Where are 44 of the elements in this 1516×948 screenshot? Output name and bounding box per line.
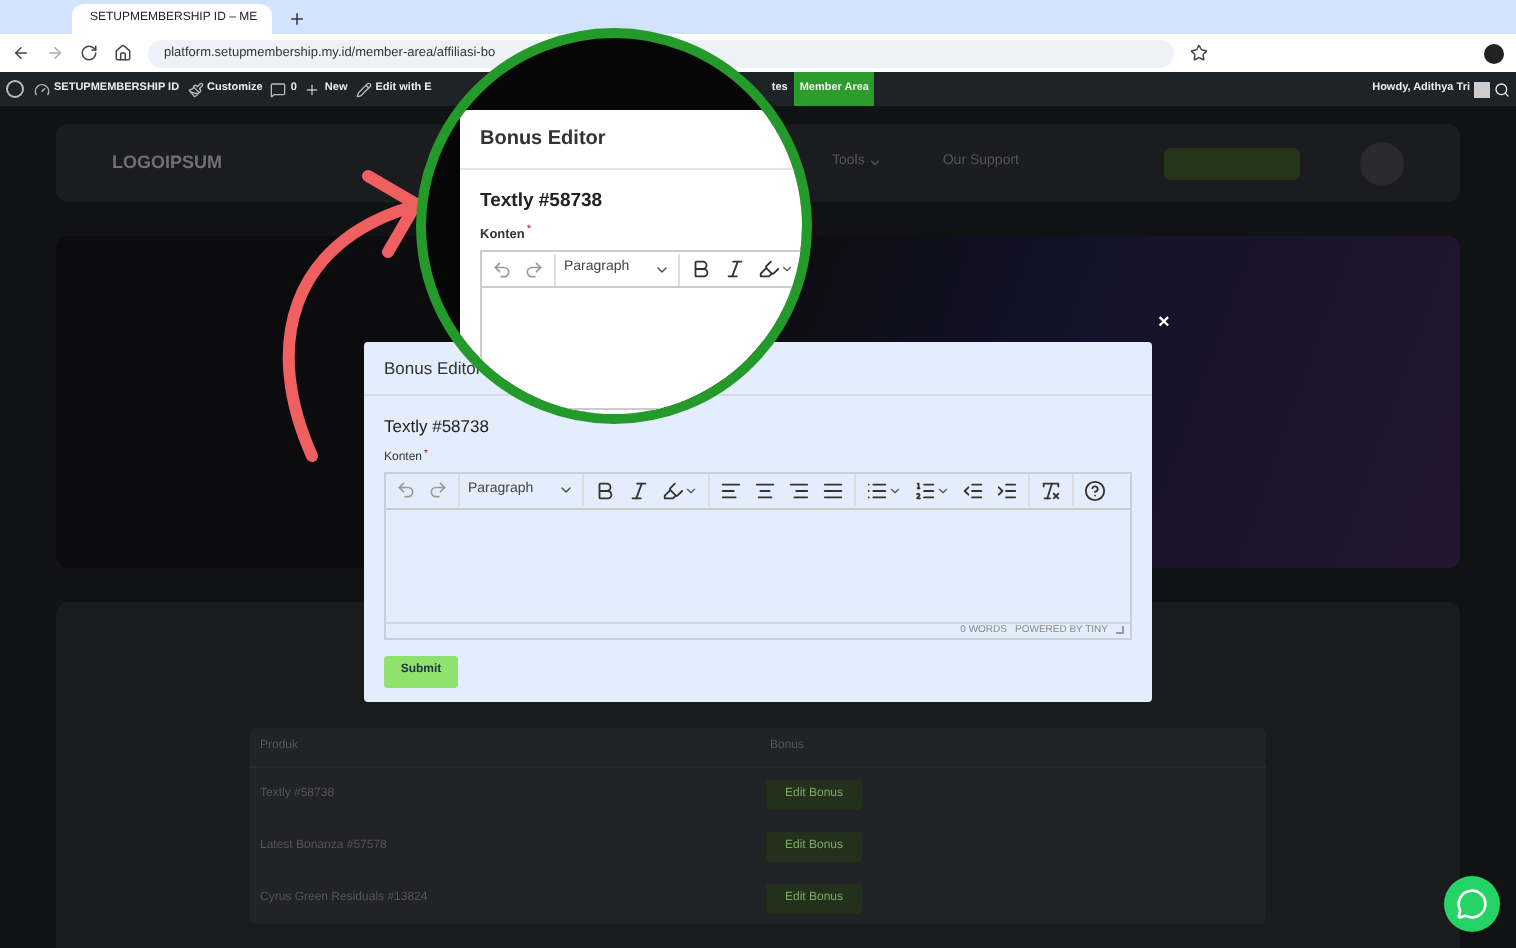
close-button[interactable]: ×: [1158, 314, 1170, 334]
caret-icon: [780, 262, 794, 276]
wordpress-logo-icon[interactable]: [6, 80, 24, 98]
indent-icon: [996, 479, 1018, 502]
caret-icon: [684, 483, 698, 498]
bold-icon: [690, 258, 712, 280]
undo-icon: [396, 480, 416, 501]
italic-icon: [724, 258, 746, 280]
resize-handle-icon[interactable]: [1116, 626, 1124, 635]
chat-icon: [1456, 888, 1488, 920]
pencil-icon: [355, 81, 372, 97]
help-icon: [1084, 479, 1106, 502]
justify-icon: [822, 479, 844, 502]
back-icon[interactable]: [12, 44, 30, 62]
undo-icon: [492, 259, 512, 279]
bullet-list-icon: [866, 479, 888, 502]
search-icon[interactable]: [1494, 81, 1510, 97]
italic-icon: [628, 479, 650, 502]
comment-icon: [270, 81, 287, 97]
numbered-list-icon: [914, 479, 936, 502]
site-logo: LOGOIPSUM: [112, 149, 223, 176]
align-right-icon: [788, 479, 810, 502]
redo-icon: [524, 259, 544, 279]
plus-icon: [304, 81, 321, 97]
product-name: Textly #58738: [480, 188, 605, 216]
dashboard-icon: [34, 81, 50, 97]
redo-icon: [428, 480, 448, 501]
user-avatar-icon: [1474, 81, 1490, 97]
modal-title: Bonus Editor: [480, 126, 606, 154]
clear-formatting-icon: [1040, 479, 1062, 502]
new-tab-icon[interactable]: [288, 10, 306, 28]
caret-icon: [936, 483, 950, 498]
reload-icon[interactable]: [80, 44, 98, 62]
highlighter-icon: [662, 479, 684, 502]
bookmark-star-icon[interactable]: [1190, 44, 1208, 62]
align-left-icon: [720, 479, 742, 502]
outdent-icon: [962, 479, 984, 502]
align-center-icon: [754, 479, 776, 502]
caret-icon: [888, 483, 902, 498]
brush-icon: [187, 81, 204, 97]
highlighter-icon: [758, 258, 780, 280]
bold-icon: [594, 479, 616, 502]
home-icon[interactable]: [114, 44, 132, 62]
product-name: Textly #58738: [384, 414, 491, 440]
